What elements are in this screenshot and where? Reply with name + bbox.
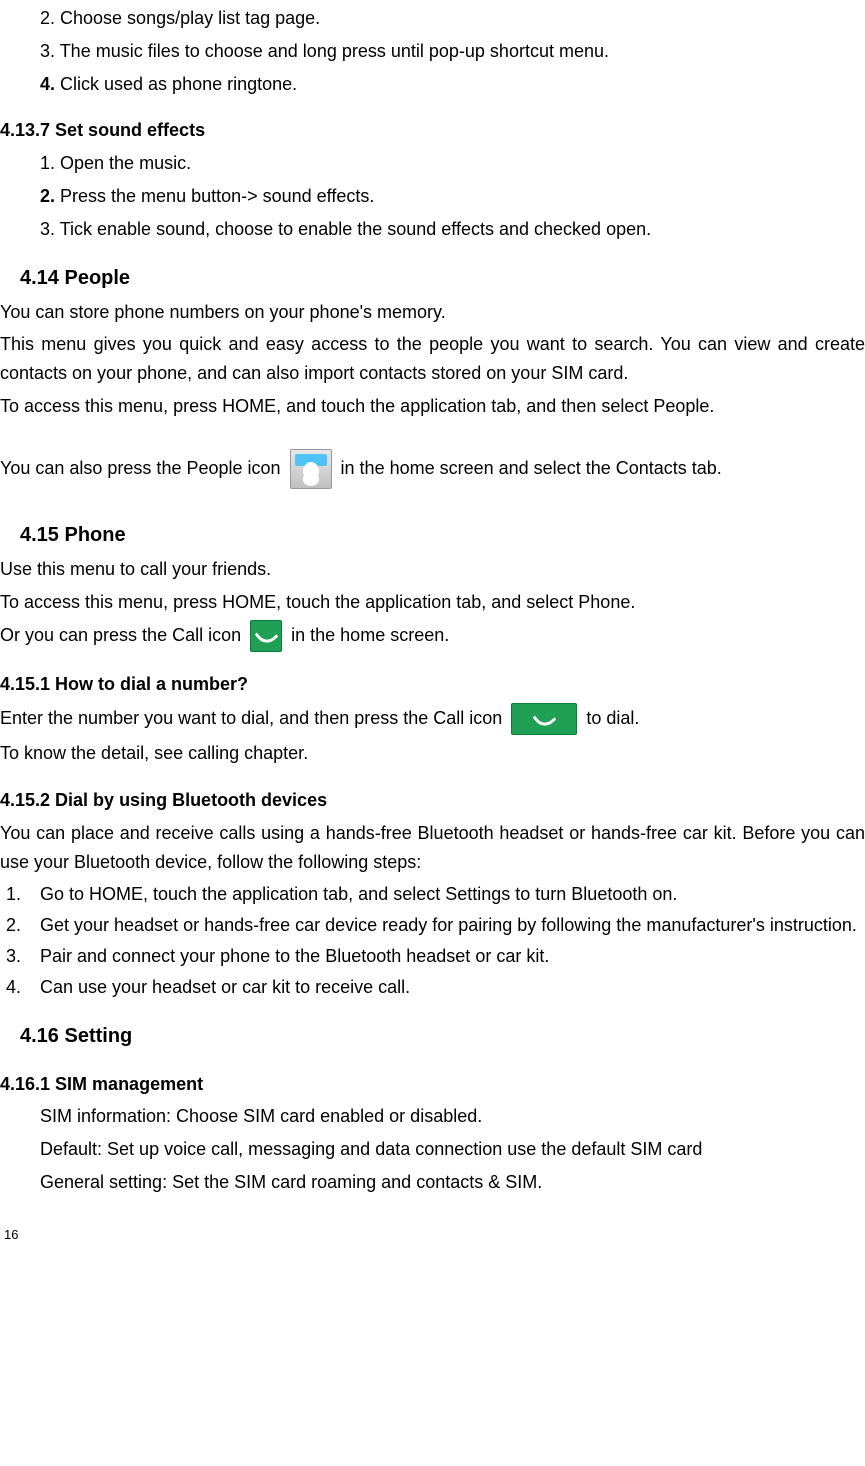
heading-4-13-7: 4.13.7 Set sound effects [0,116,865,145]
body-text: General setting: Set the SIM card roamin… [40,1168,865,1197]
body-text: Or you can press the Call icon in the ho… [0,620,865,652]
body-text: Use this menu to call your friends. [0,555,865,584]
section-4-16-1-body: SIM information: Choose SIM card enabled… [0,1102,865,1196]
body-text: You can place and receive calls using a … [0,819,865,877]
list-item: Can use your headset or car kit to recei… [26,973,865,1002]
body-text: This menu gives you quick and easy acces… [0,330,865,388]
step-item: 1. Open the music. [40,149,865,178]
step-item: 4. Click used as phone ringtone. [40,70,865,99]
body-text: SIM information: Choose SIM card enabled… [40,1102,865,1131]
list-item: Get your headset or hands-free car devic… [26,911,865,940]
call-wide-icon [511,703,577,735]
step-item: 3. Tick enable sound, choose to enable t… [40,215,865,244]
bluetooth-steps-list: Go to HOME, touch the application tab, a… [0,880,865,1001]
body-text: You can also press the People icon in th… [0,449,865,489]
call-icon [250,620,282,652]
people-icon [290,449,332,489]
heading-4-15-1: 4.15.1 How to dial a number? [0,670,865,699]
section-4-13-ringtone-steps: 2. Choose songs/play list tag page. 3. T… [0,4,865,98]
page-number: 16 [0,1225,865,1246]
heading-4-15: 4.15 Phone [20,519,865,551]
body-text: To know the detail, see calling chapter. [0,739,865,768]
body-text: To access this menu, press HOME, touch t… [0,588,865,617]
section-4-13-7-steps: 1. Open the music. 2. Press the menu but… [0,149,865,243]
step-item: 2. Choose songs/play list tag page. [40,4,865,33]
list-item: Pair and connect your phone to the Bluet… [26,942,865,971]
heading-4-16: 4.16 Setting [20,1020,865,1052]
step-item: 3. The music files to choose and long pr… [40,37,865,66]
heading-4-14: 4.14 People [20,262,865,294]
heading-4-16-1: 4.16.1 SIM management [0,1070,865,1099]
body-text: Default: Set up voice call, messaging an… [40,1135,865,1164]
heading-4-15-2: 4.15.2 Dial by using Bluetooth devices [0,786,865,815]
list-item: Go to HOME, touch the application tab, a… [26,880,865,909]
step-item: 2. Press the menu button-> sound effects… [40,182,865,211]
body-text: To access this menu, press HOME, and tou… [0,392,865,421]
document-page: 2. Choose songs/play list tag page. 3. T… [0,4,865,1266]
body-text: You can store phone numbers on your phon… [0,298,865,327]
body-text: Enter the number you want to dial, and t… [0,703,865,735]
